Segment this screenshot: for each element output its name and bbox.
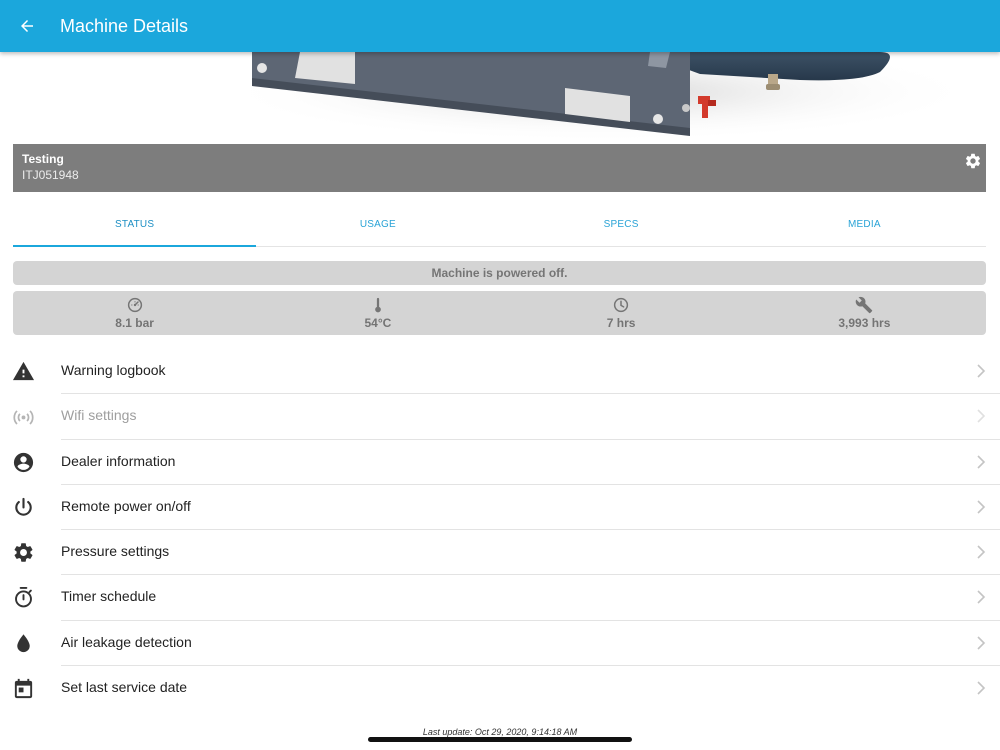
- gear-icon: [965, 153, 981, 169]
- app-bar: Machine Details: [0, 0, 1000, 52]
- menu-item-label: Wifi settings: [61, 407, 137, 424]
- tab-status[interactable]: STATUS: [13, 206, 257, 247]
- actions-list: Warning logbook Wifi settings Dealer inf…: [0, 349, 1000, 711]
- page-title: Machine Details: [60, 16, 189, 36]
- machine-name: Testing: [22, 152, 64, 166]
- metrics-panel: 8.1 bar 54°C 7 hrs 3,993 hrs: [13, 291, 986, 335]
- menu-item-warning-logbook[interactable]: Warning logbook: [0, 349, 1000, 395]
- clock-icon: [614, 297, 629, 313]
- chevron-right-icon: [977, 590, 986, 605]
- tab-media[interactable]: MEDIA: [743, 206, 986, 246]
- menu-item-pressure-settings[interactable]: Pressure settings: [0, 530, 1000, 576]
- menu-item-last-service-date[interactable]: Set last service date: [0, 666, 1000, 711]
- metric-service: 3,993 hrs: [743, 291, 986, 335]
- last-update-text: Last update: Oct 29, 2020, 9:14:18 AM: [422, 727, 578, 737]
- thermometer-icon: [375, 297, 381, 313]
- wifi-icon: [13, 410, 34, 425]
- metric-value: 54°C: [364, 316, 392, 330]
- status-message: Machine is powered off.: [13, 261, 986, 285]
- machine-image: [0, 52, 1000, 144]
- chevron-right-icon: [977, 455, 986, 469]
- account-icon: [13, 452, 34, 472]
- menu-item-remote-power[interactable]: Remote power on/off: [0, 485, 1000, 531]
- speedometer-icon: [127, 297, 142, 313]
- tab-bar: STATUS USAGE SPECS MEDIA: [13, 206, 986, 247]
- gear-icon: [14, 543, 33, 562]
- chevron-right-icon: [977, 364, 986, 378]
- menu-item-timer-schedule[interactable]: Timer schedule: [0, 575, 1000, 621]
- wrench-icon: [856, 296, 873, 314]
- chevron-right-icon: [977, 545, 986, 559]
- menu-item-label: Timer schedule: [61, 588, 157, 605]
- menu-item-label: Remote power on/off: [61, 497, 191, 514]
- metric-temperature: 54°C: [256, 291, 499, 335]
- tab-specs[interactable]: SPECS: [500, 206, 743, 246]
- metric-value: 3,993 hrs: [838, 316, 891, 330]
- machine-serial: ITJ051948: [22, 168, 79, 182]
- warning-icon: [12, 361, 35, 381]
- metric-runtime: 7 hrs: [500, 291, 743, 335]
- menu-item-label: Set last service date: [61, 679, 188, 696]
- calendar-icon: [14, 678, 33, 699]
- power-icon: [15, 497, 32, 516]
- menu-item-label: Pressure settings: [61, 543, 170, 560]
- machine-info-bar: Testing ITJ051948: [13, 144, 986, 192]
- menu-item-wifi-settings[interactable]: Wifi settings: [0, 394, 1000, 440]
- menu-item-dealer-information[interactable]: Dealer information: [0, 440, 1000, 485]
- drop-icon: [17, 634, 30, 652]
- tab-usage[interactable]: USAGE: [256, 206, 499, 246]
- metric-pressure: 8.1 bar: [13, 291, 256, 335]
- menu-item-label: Dealer information: [61, 452, 176, 469]
- menu-item-label: Air leakage detection: [61, 633, 192, 650]
- menu-item-label: Warning logbook: [61, 362, 166, 378]
- metric-value: 8.1 bar: [115, 316, 154, 330]
- chevron-right-icon: [977, 636, 986, 650]
- home-indicator[interactable]: [368, 737, 632, 742]
- arrow-back-icon: [21, 20, 33, 32]
- chevron-right-icon: [977, 409, 986, 423]
- back-button[interactable]: [14, 14, 40, 38]
- chevron-right-icon: [977, 681, 986, 695]
- menu-item-air-leakage[interactable]: Air leakage detection: [0, 621, 1000, 667]
- machine-settings-button[interactable]: [964, 152, 982, 170]
- chevron-right-icon: [977, 500, 986, 514]
- timer-icon: [15, 587, 32, 608]
- metric-value: 7 hrs: [606, 316, 636, 330]
